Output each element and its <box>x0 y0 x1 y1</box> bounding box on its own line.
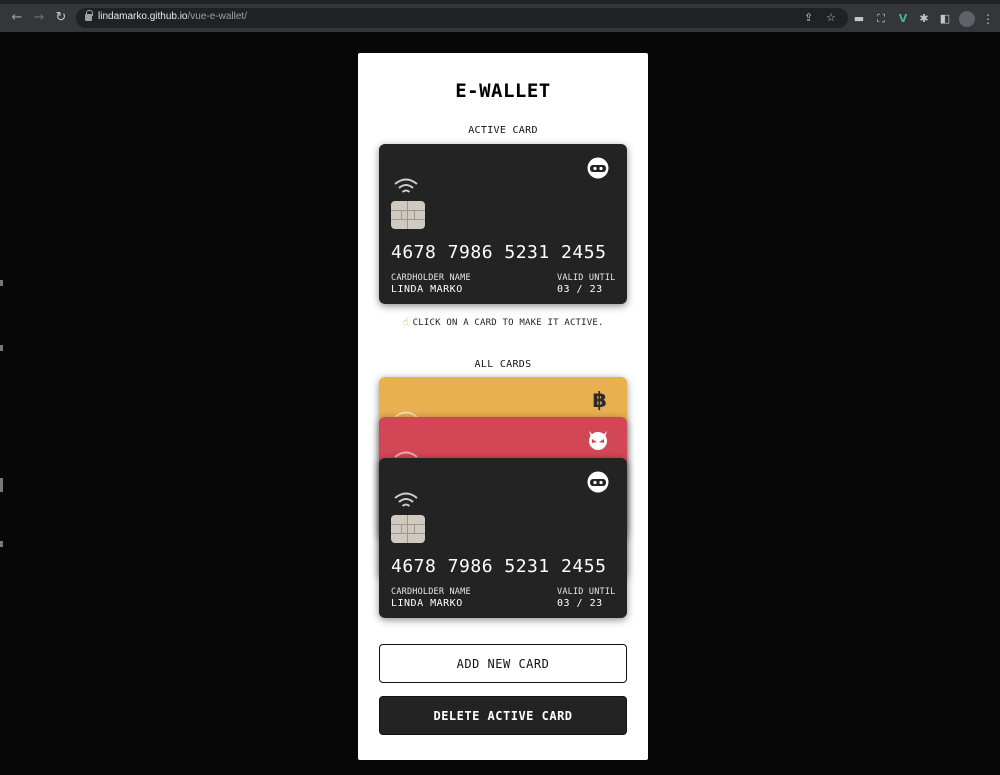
hint-label: CLICK ON A CARD TO MAKE IT ACTIVE. <box>412 318 604 328</box>
chip-icon <box>391 515 425 543</box>
edge-mark <box>0 478 3 492</box>
share-icon[interactable]: ⇪ <box>804 11 813 25</box>
page-title: E-WALLET <box>455 80 551 102</box>
bookmark-star-icon[interactable]: ☆ <box>826 11 836 25</box>
valid-until-label: VALID UNTIL <box>557 273 616 283</box>
extension-icon[interactable]: ▬ <box>852 12 866 26</box>
profile-avatar[interactable] <box>959 11 975 27</box>
valid-until-date: 03 / 23 <box>557 284 603 295</box>
vue-devtools-icon[interactable]: V <box>896 12 910 26</box>
card-number: 4678 7986 5231 2455 <box>391 242 607 263</box>
back-icon[interactable]: ← <box>9 10 25 26</box>
url-text[interactable]: lindamarko.github.io/vue-e-wallet/ <box>98 11 247 22</box>
url-path: /vue-e-wallet/ <box>187 11 247 22</box>
ninja-icon <box>587 157 609 179</box>
more-menu-icon[interactable]: ⋮ <box>981 12 995 26</box>
all-cards-heading: ALL CARDS <box>474 359 532 370</box>
card-number: 4678 7986 5231 2455 <box>391 556 607 577</box>
cardholder-label: CARDHOLDER NAME <box>391 587 471 597</box>
valid-until-date: 03 / 23 <box>557 598 603 609</box>
pointing-hand-icon: ☝ <box>402 317 409 328</box>
hint-text: ☝ CLICK ON A CARD TO MAKE IT ACTIVE. <box>358 317 648 328</box>
contactless-icon <box>394 492 418 507</box>
lock-icon[interactable] <box>85 10 93 21</box>
e-wallet-panel: E-WALLET ACTIVE CARD 4678 7986 5231 2455… <box>358 53 648 760</box>
chip-icon <box>391 201 425 229</box>
active-card[interactable]: 4678 7986 5231 2455 CARDHOLDER NAME LIND… <box>379 144 627 304</box>
address-bar[interactable]: lindamarko.github.io/vue-e-wallet/ ⇪ ☆ <box>76 8 848 28</box>
card-ninja[interactable]: 4678 7986 5231 2455 CARDHOLDER NAME LIND… <box>379 458 627 618</box>
browser-toolbar: ← → ↻ lindamarko.github.io/vue-e-wallet/… <box>0 0 1000 32</box>
add-new-card-button[interactable]: ADD NEW CARD <box>379 644 627 683</box>
url-host: lindamarko.github.io <box>98 11 188 22</box>
side-panel-icon[interactable]: ◧ <box>938 12 952 26</box>
screenshot-extension-icon[interactable]: ⛶ <box>874 12 888 26</box>
edge-mark <box>0 280 3 286</box>
edge-mark <box>0 345 3 351</box>
forward-icon[interactable]: → <box>31 10 47 26</box>
bitcoin-icon: ฿ <box>592 388 607 412</box>
puzzle-extensions-icon[interactable]: ✱ <box>917 12 931 26</box>
contactless-icon <box>394 178 418 193</box>
delete-active-card-button[interactable]: DELETE ACTIVE CARD <box>379 696 627 735</box>
devil-icon <box>589 431 607 450</box>
edge-mark <box>0 541 3 547</box>
cardholder-name: LINDA MARKO <box>391 284 463 295</box>
cardholder-name: LINDA MARKO <box>391 598 463 609</box>
reload-icon[interactable]: ↻ <box>53 10 69 26</box>
active-card-heading: ACTIVE CARD <box>468 125 538 136</box>
valid-until-label: VALID UNTIL <box>557 587 616 597</box>
cardholder-label: CARDHOLDER NAME <box>391 273 471 283</box>
ninja-icon <box>587 471 609 493</box>
